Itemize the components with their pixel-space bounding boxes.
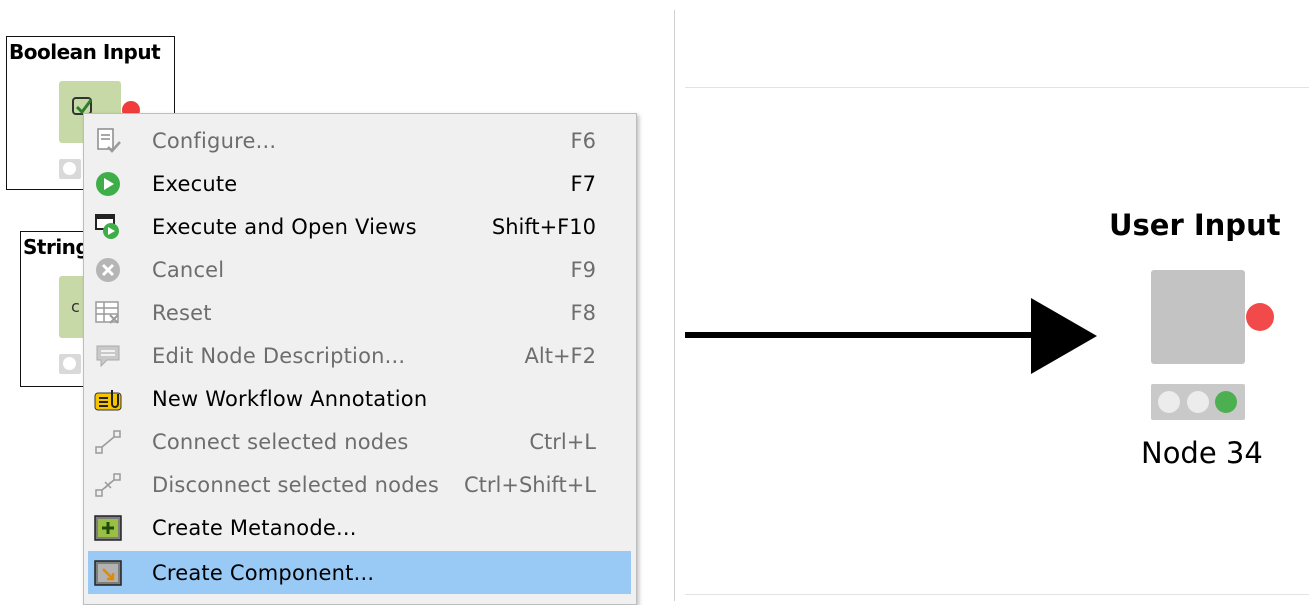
menu-item-label: Execute xyxy=(152,172,238,196)
menu-item-label: Execute and Open Views xyxy=(152,215,417,239)
configure-icon xyxy=(97,128,121,153)
menu-item-execute-open-views[interactable]: Execute and Open Views Shift+F10 xyxy=(84,205,636,248)
connect-nodes-icon xyxy=(95,430,121,454)
menu-item-shortcut: Alt+F2 xyxy=(524,344,596,368)
execute-icon xyxy=(96,172,120,196)
status-light-3 xyxy=(1215,391,1237,413)
menu-item-create-component[interactable]: Create Component... xyxy=(88,551,631,594)
arrow-shaft xyxy=(685,332,1035,338)
disconnect-nodes-icon xyxy=(95,473,121,497)
node-context-menu: Configure... F6 Execute F7 Execute and O… xyxy=(83,113,637,605)
menu-item-configure[interactable]: Configure... F6 xyxy=(84,119,636,162)
menu-item-label: Reset xyxy=(152,301,212,325)
menu-item-cancel[interactable]: Cancel F9 xyxy=(84,248,636,291)
menu-item-execute[interactable]: Execute F7 xyxy=(84,162,636,205)
menu-item-label: Create Metanode... xyxy=(152,516,357,540)
menu-item-label: Edit Node Description... xyxy=(152,344,406,368)
string-input-status-light xyxy=(59,354,81,374)
execute-open-views-icon xyxy=(95,214,119,239)
status-light-1 xyxy=(1158,391,1180,413)
user-input-node-label: Node 34 xyxy=(1141,436,1263,470)
menu-item-label: Connect selected nodes xyxy=(152,430,409,454)
result-panel: User Input Node 34 xyxy=(685,87,1309,595)
create-component-icon xyxy=(94,560,122,586)
menu-item-edit-node-description[interactable]: Edit Node Description... Alt+F2 xyxy=(84,334,636,377)
menu-item-new-workflow-annotation[interactable]: New Workflow Annotation xyxy=(84,377,636,420)
svg-text:c: c xyxy=(71,297,80,316)
user-input-node-body[interactable] xyxy=(1151,270,1245,364)
user-input-node-title: User Input xyxy=(1109,208,1281,242)
edit-description-icon xyxy=(96,345,120,368)
menu-item-shortcut: Ctrl+L xyxy=(529,430,596,454)
menu-item-label: Disconnect selected nodes xyxy=(152,473,440,497)
panel-divider xyxy=(674,10,675,601)
menu-item-label: New Workflow Annotation xyxy=(152,387,428,411)
menu-item-label: Configure... xyxy=(152,129,277,153)
menu-item-shortcut: F8 xyxy=(570,301,596,325)
menu-item-shortcut: F9 xyxy=(570,258,596,282)
status-light-2 xyxy=(1187,391,1209,413)
menu-item-shortcut: Ctrl+Shift+L xyxy=(464,473,596,497)
reset-icon xyxy=(95,301,119,324)
menu-item-create-metanode[interactable]: Create Metanode... xyxy=(84,506,636,549)
menu-item-label: Create Component... xyxy=(152,561,375,585)
create-metanode-icon xyxy=(94,515,122,541)
annotation-icon xyxy=(94,390,122,411)
boolean-input-node-title: Boolean Input xyxy=(9,40,161,64)
menu-item-shortcut: F6 xyxy=(570,129,596,153)
user-input-status-lights xyxy=(1151,384,1245,420)
menu-item-label: Cancel xyxy=(152,258,225,282)
menu-item-disconnect-selected-nodes[interactable]: Disconnect selected nodes Ctrl+Shift+L xyxy=(84,463,636,506)
menu-item-shortcut: Shift+F10 xyxy=(491,215,596,239)
boolean-input-status-light xyxy=(59,159,81,179)
menu-item-reset[interactable]: Reset F8 xyxy=(84,291,636,334)
user-input-output-port[interactable] xyxy=(1246,303,1274,331)
arrow-right-icon xyxy=(1031,298,1097,374)
string-input-node-title: String xyxy=(23,235,90,259)
cancel-icon xyxy=(96,258,120,282)
menu-item-shortcut: F7 xyxy=(570,172,596,196)
menu-item-connect-selected-nodes[interactable]: Connect selected nodes Ctrl+L xyxy=(84,420,636,463)
